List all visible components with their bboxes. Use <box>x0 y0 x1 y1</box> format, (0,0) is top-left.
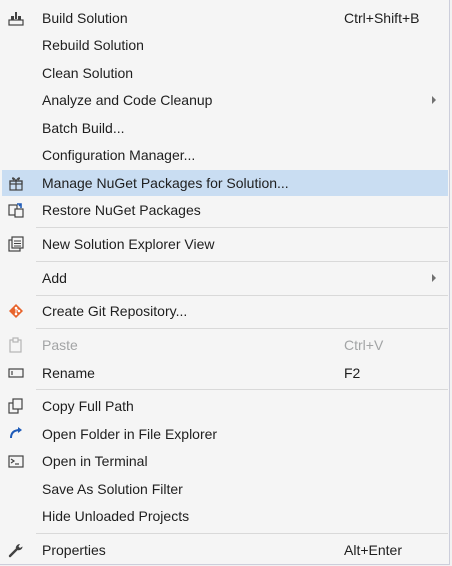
menu-item-add[interactable]: Add <box>2 265 448 291</box>
menu-item-batch-build[interactable]: Batch Build... <box>2 115 448 141</box>
menu-item-open-terminal[interactable]: Open in Terminal <box>2 448 448 474</box>
solution-context-menu: Build Solution Ctrl+Shift+B Rebuild Solu… <box>0 0 450 565</box>
menu-item-label: Build Solution <box>42 10 128 26</box>
menu-item-label: Restore NuGet Packages <box>42 202 201 218</box>
menu-separator <box>36 295 448 296</box>
menu-item-rebuild-solution[interactable]: Rebuild Solution <box>2 32 448 58</box>
menu-item-label: Save As Solution Filter <box>42 481 183 497</box>
rename-icon <box>8 365 24 381</box>
menu-item-label: Configuration Manager... <box>42 147 196 163</box>
menu-item-label: Analyze and Code Cleanup <box>42 92 213 108</box>
menu-item-analyze-code-cleanup[interactable]: Analyze and Code Cleanup <box>2 87 448 113</box>
menu-item-hide-unloaded-projects[interactable]: Hide Unloaded Projects <box>2 503 448 529</box>
wrench-icon <box>8 542 24 558</box>
menu-item-label: Paste <box>42 337 78 353</box>
shortcut-label: F2 <box>344 365 361 381</box>
menu-item-clean-solution[interactable]: Clean Solution <box>2 60 448 86</box>
menu-item-label: Hide Unloaded Projects <box>42 508 190 524</box>
build-icon <box>8 10 24 26</box>
submenu-arrow-icon <box>432 274 436 282</box>
open-folder-arrow-icon <box>8 426 24 442</box>
menu-separator <box>36 227 448 228</box>
menu-item-restore-nuget[interactable]: Restore NuGet Packages <box>2 197 448 223</box>
menu-item-open-folder[interactable]: Open Folder in File Explorer <box>2 421 448 447</box>
menu-item-create-git-repository[interactable]: Create Git Repository... <box>2 298 448 324</box>
menu-item-label: Add <box>42 270 67 286</box>
menu-separator <box>36 389 448 390</box>
shortcut-label: Alt+Enter <box>344 542 402 558</box>
menu-item-label: Create Git Repository... <box>42 303 188 319</box>
menu-item-label: Properties <box>42 542 106 558</box>
menu-item-paste: Paste Ctrl+V <box>2 332 448 358</box>
submenu-arrow-icon <box>432 96 436 104</box>
shortcut-label: Ctrl+Shift+B <box>344 10 420 26</box>
menu-item-new-solution-explorer-view[interactable]: New Solution Explorer View <box>2 231 448 257</box>
menu-item-label: Open Folder in File Explorer <box>42 426 218 442</box>
nuget-package-icon <box>8 175 24 191</box>
restore-icon <box>8 202 24 218</box>
solution-explorer-icon <box>8 236 24 252</box>
menu-item-copy-full-path[interactable]: Copy Full Path <box>2 393 448 419</box>
menu-item-properties[interactable]: Properties Alt+Enter <box>2 537 448 563</box>
menu-separator <box>36 533 448 534</box>
menu-separator <box>36 328 448 329</box>
menu-item-label: Batch Build... <box>42 120 125 136</box>
copy-icon <box>8 398 24 414</box>
menu-item-manage-nuget[interactable]: Manage NuGet Packages for Solution... <box>2 170 448 196</box>
menu-item-label: Open in Terminal <box>42 453 148 469</box>
paste-icon <box>8 337 24 353</box>
menu-item-configuration-manager[interactable]: Configuration Manager... <box>2 142 448 168</box>
git-icon <box>8 303 24 319</box>
menu-item-label: Rename <box>42 365 95 381</box>
terminal-icon <box>8 453 24 469</box>
shortcut-label: Ctrl+V <box>344 337 384 353</box>
menu-item-build-solution[interactable]: Build Solution Ctrl+Shift+B <box>2 5 448 31</box>
menu-item-label: Manage NuGet Packages for Solution... <box>42 175 289 191</box>
menu-item-save-solution-filter[interactable]: Save As Solution Filter <box>2 476 448 502</box>
menu-item-rename[interactable]: Rename F2 <box>2 360 448 386</box>
menu-separator <box>36 261 448 262</box>
menu-item-label: New Solution Explorer View <box>42 236 215 252</box>
menu-item-label: Rebuild Solution <box>42 37 144 53</box>
menu-item-label: Copy Full Path <box>42 398 134 414</box>
menu-item-label: Clean Solution <box>42 65 134 81</box>
